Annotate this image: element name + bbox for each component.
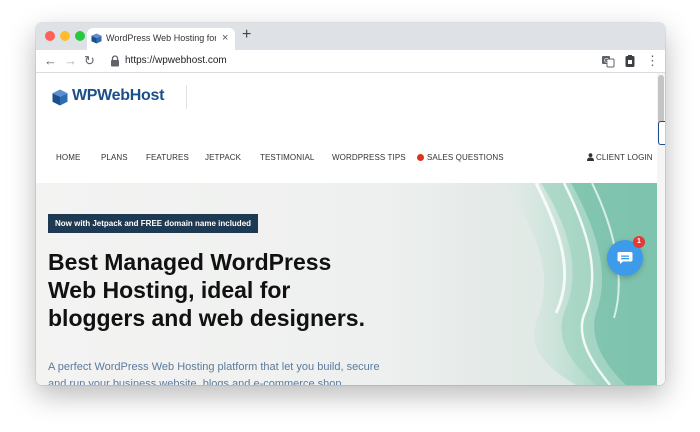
nav-home[interactable]: HOME — [56, 153, 80, 162]
close-window-button[interactable] — [45, 31, 55, 41]
maximize-window-button[interactable] — [75, 31, 85, 41]
nav-plans[interactable]: PLANS — [101, 153, 128, 162]
new-tab-button[interactable]: + — [242, 26, 251, 44]
svg-text:G: G — [604, 58, 609, 65]
nav-jetpack[interactable]: JETPACK — [205, 153, 241, 162]
chat-bubble-icon — [617, 252, 633, 264]
browser-toolbar: ← → ↻ https://wpwebhost.com G ⋮ — [36, 50, 665, 73]
address-bar[interactable]: https://wpwebhost.com — [106, 53, 576, 69]
main-navigation: HOME PLANS FEATURES JETPACK TESTIMONIAL … — [36, 153, 665, 167]
browser-menu-icon[interactable]: ⋮ — [646, 53, 659, 69]
minimize-window-button[interactable] — [60, 31, 70, 41]
chat-notification-badge: 1 — [633, 236, 645, 248]
scrollbar-thumb[interactable] — [658, 75, 664, 125]
forward-icon[interactable]: → — [64, 53, 77, 68]
url-text: https://wpwebhost.com — [125, 55, 227, 66]
lock-icon — [111, 55, 119, 67]
logo-text: WPWebHost — [72, 87, 165, 104]
live-status-dot — [417, 154, 424, 161]
clipboard-extension-icon[interactable] — [623, 54, 637, 68]
wpwebhost-favicon-icon — [91, 33, 102, 44]
nav-wordpress-tips[interactable]: WORDPRESS TIPS — [332, 153, 406, 162]
tab-title: WordPress Web Hosting for Bl — [106, 33, 216, 43]
browser-tab[interactable]: WordPress Web Hosting for Bl × — [87, 28, 235, 50]
hero-headline: Best Managed WordPress Web Hosting, idea… — [48, 249, 365, 331]
side-feedback-tab[interactable] — [658, 121, 665, 145]
hero-section: Now with Jetpack and FREE domain name in… — [36, 183, 657, 385]
client-login-label: CLIENT LOGIN — [596, 153, 653, 162]
nav-testimonial[interactable]: TESTIMONIAL — [260, 153, 314, 162]
back-icon[interactable]: ← — [44, 53, 57, 68]
hero-subtext: A perfect WordPress Web Hosting platform… — [48, 361, 380, 385]
promo-badge: Now with Jetpack and FREE domain name in… — [48, 214, 259, 233]
nav-client-login[interactable]: CLIENT LOGIN — [587, 153, 653, 162]
nav-sales-questions-label: SALES QUESTIONS — [427, 153, 504, 162]
tab-close-icon[interactable]: × — [222, 32, 228, 44]
reload-icon[interactable]: ↻ — [84, 53, 95, 69]
web-page: WPWebHost HOME PLANS FEATURES JETPACK TE… — [36, 73, 665, 385]
tab-bar: WordPress Web Hosting for Bl × + — [36, 23, 665, 50]
user-icon — [587, 153, 594, 161]
nav-features[interactable]: FEATURES — [146, 153, 189, 162]
translate-icon[interactable]: G — [601, 54, 615, 68]
cube-logo-icon — [52, 89, 68, 106]
nav-sales-questions[interactable]: SALES QUESTIONS — [417, 153, 504, 162]
header-divider — [186, 85, 187, 109]
browser-window: WordPress Web Hosting for Bl × + ← → ↻ h… — [36, 23, 665, 385]
